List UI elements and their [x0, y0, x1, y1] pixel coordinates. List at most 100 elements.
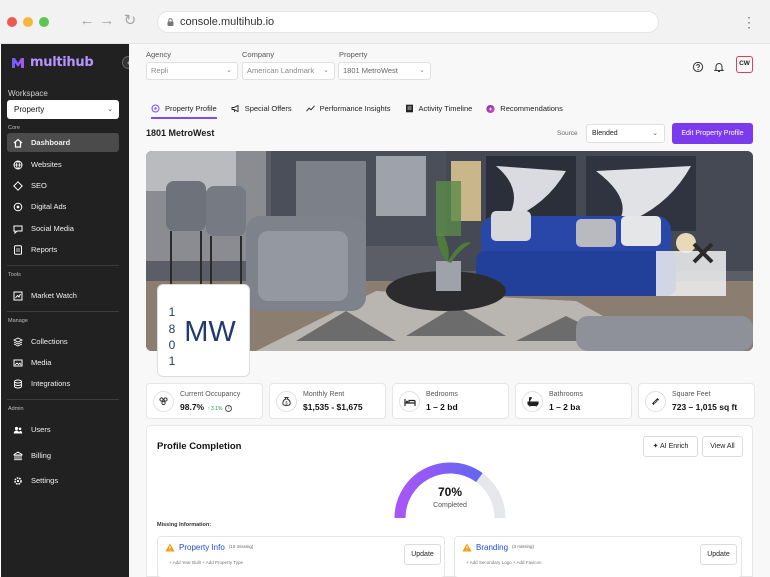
browser-chrome: ← → ↻ console.multihub.io ⋮: [0, 0, 770, 44]
layers-icon: [13, 336, 23, 347]
warning-icon: [165, 543, 175, 552]
sidebar-item-settings[interactable]: Settings: [7, 471, 119, 490]
sidebar-divider: [7, 399, 119, 400]
tab-recommendations[interactable]: Recommendations: [486, 100, 563, 116]
address-bar[interactable]: console.multihub.io: [157, 11, 659, 33]
chevron-down-icon: ⌄: [226, 67, 232, 74]
sidebar-divider: [7, 311, 119, 312]
tab-activity-timeline[interactable]: Activity Timeline: [405, 100, 473, 116]
megaphone-icon: [13, 202, 23, 212]
stat-label: Bedrooms: [426, 391, 458, 398]
stat-card-bedrooms: Bedrooms 1 – 2 bd: [392, 383, 509, 419]
sidebar-item-label: Digital Ads: [31, 202, 67, 211]
back-arrow-icon[interactable]: ←: [78, 12, 96, 30]
database-icon: [13, 379, 23, 389]
update-button[interactable]: Update: [700, 544, 737, 565]
sidebar-item-label: Settings: [31, 476, 59, 485]
sidebar-item-dashboard[interactable]: Dashboard: [7, 133, 119, 152]
tab-label: Activity Timeline: [418, 103, 473, 113]
chat-icon: [13, 224, 23, 234]
logo[interactable]: multihub: [11, 55, 94, 70]
source-select[interactable]: Blended ⌄: [586, 124, 665, 143]
trend-up-badge: ↑ 3.1%: [207, 406, 223, 412]
profile-completion-card: Profile Completion ✦ AI Enrich View All …: [146, 425, 753, 577]
edit-property-profile-button[interactable]: Edit Property Profile: [672, 123, 753, 144]
company-label: Company: [242, 50, 275, 59]
sparkle-badge-icon: [486, 104, 495, 113]
workspace-label: Workspace: [8, 89, 48, 98]
workspace-select[interactable]: Property ⌄: [7, 100, 119, 119]
property-title: 1801 MetroWest: [146, 128, 215, 138]
multihub-logo-icon: [12, 57, 24, 68]
sidebar-item-collections[interactable]: Collections: [7, 332, 119, 351]
stat-value: 1 – 2 ba: [549, 402, 581, 412]
stat-value: 98.7% ↑ 3.1% i: [180, 402, 233, 412]
svg-text:0: 0: [169, 338, 176, 352]
completion-percent: 70%: [437, 485, 463, 499]
missing-card-branding: Branding (3 missing) + Add Secondary Logo…: [454, 536, 742, 577]
minimize-window-button[interactable]: [23, 17, 33, 27]
missing-count: (3 missing): [512, 544, 535, 549]
sidebar-item-websites[interactable]: Websites: [7, 155, 119, 174]
workspace-value: Property: [14, 105, 45, 114]
user-avatar[interactable]: CW: [736, 56, 753, 73]
company-select[interactable]: American Landmark ⌄: [242, 62, 335, 80]
chevron-down-icon: ⌄: [652, 130, 658, 137]
agency-select[interactable]: Repli ⌄: [146, 62, 238, 80]
sidebar-item-digital-ads[interactable]: Digital Ads: [7, 197, 119, 216]
sidebar-item-media[interactable]: Media: [7, 353, 119, 372]
source-label: Source: [557, 130, 578, 137]
close-window-button[interactable]: [7, 17, 17, 27]
sidebar-item-seo[interactable]: SEO: [7, 176, 119, 195]
people-icon: [153, 391, 174, 412]
property-select[interactable]: 1801 MetroWest ⌄: [338, 62, 431, 80]
sidebar-item-market-watch[interactable]: Market Watch: [7, 286, 119, 305]
property-value: 1801 MetroWest: [343, 66, 398, 75]
sidebar-item-label: Market Watch: [31, 291, 77, 300]
report-icon: [13, 244, 23, 255]
property-label: Property: [339, 50, 368, 59]
bell-icon[interactable]: [713, 60, 725, 72]
sidebar-divider: [7, 265, 119, 266]
completion-status: Completed: [433, 502, 467, 509]
sidebar-item-label: Media: [31, 358, 52, 367]
sidebar-item-reports[interactable]: Reports: [7, 240, 119, 259]
sidebar-item-billing[interactable]: Billing: [7, 446, 119, 465]
update-button[interactable]: Update: [404, 544, 441, 565]
section-label-manage: Manage: [8, 318, 28, 324]
tab-special-offers[interactable]: Special Offers: [231, 100, 292, 116]
document-icon: [405, 104, 414, 113]
stat-label: Square Feet: [672, 391, 711, 398]
sidebar-item-social-media[interactable]: Social Media: [7, 219, 119, 238]
bed-icon: [399, 391, 420, 412]
sidebar-item-label: Users: [31, 425, 51, 434]
missing-card-property-info: Property Info (10 missing) + Add Year Bui…: [157, 536, 445, 577]
missing-card-title[interactable]: Property Info (10 missing): [179, 543, 253, 552]
sidebar-item-integrations[interactable]: Integrations: [7, 374, 119, 393]
ai-enrich-button[interactable]: ✦ AI Enrich: [643, 436, 698, 457]
billing-icon: [13, 450, 23, 461]
svg-text:1: 1: [169, 354, 176, 368]
view-all-button[interactable]: View All: [702, 436, 743, 457]
browser-menu-icon[interactable]: ⋮: [742, 14, 756, 30]
svg-text:8: 8: [169, 322, 176, 336]
tab-label: Performance Insights: [319, 103, 391, 113]
sidebar-item-label: Integrations: [31, 379, 71, 388]
agency-value: Repli: [151, 66, 169, 75]
sidebar-item-label: Reports: [31, 245, 58, 254]
chevron-down-icon: ⌄: [419, 67, 425, 74]
help-icon[interactable]: [692, 60, 704, 73]
tab-property-profile[interactable]: Property Profile: [151, 100, 217, 119]
missing-card-title[interactable]: Branding (3 missing): [476, 543, 534, 552]
maximize-window-button[interactable]: [39, 17, 49, 27]
section-label-admin: Admin: [8, 406, 24, 412]
reload-icon[interactable]: ↻: [121, 12, 139, 30]
stat-card-occupancy: Current Occupancy 98.7% ↑ 3.1% i: [146, 383, 263, 419]
info-icon[interactable]: i: [225, 405, 233, 412]
sidebar-item-users[interactable]: Users: [7, 420, 119, 439]
forward-arrow-icon[interactable]: →: [98, 12, 116, 30]
tab-performance-insights[interactable]: Performance Insights: [305, 100, 391, 116]
tab-label: Special Offers: [244, 103, 292, 113]
missing-items: + Add Secondary Logo + Add Favicon: [466, 560, 542, 565]
property-logo: 1 8 0 1 MW: [157, 284, 250, 377]
